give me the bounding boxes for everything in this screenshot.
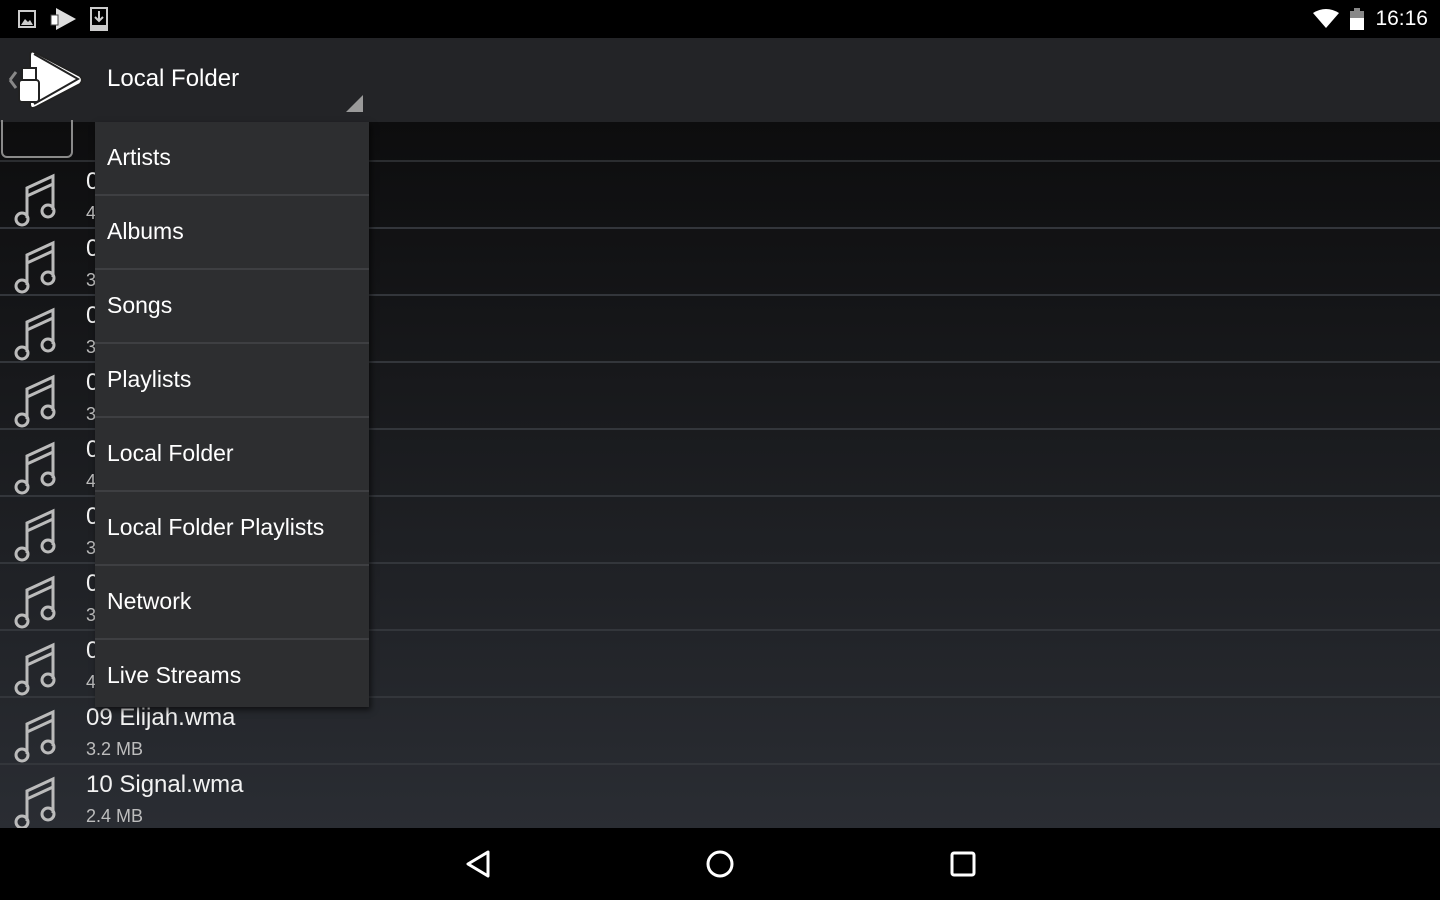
music-note-icon	[14, 507, 58, 568]
battery-icon	[1350, 8, 1364, 30]
music-note-icon	[14, 708, 58, 769]
home-icon[interactable]	[703, 846, 737, 882]
music-note-icon	[14, 641, 58, 702]
image-icon	[18, 10, 36, 28]
app-logo-icon	[50, 8, 76, 30]
menu-item-live-streams[interactable]: Live Streams	[95, 640, 369, 712]
status-bar: 16:16	[0, 0, 1440, 38]
menu-item-label: Artists	[107, 144, 171, 170]
spinner-indicator-icon	[346, 95, 363, 112]
action-bar: Local Folder	[0, 38, 1440, 122]
menu-item-local-folder[interactable]: Local Folder	[95, 418, 369, 492]
menu-item-label: Songs	[107, 292, 173, 318]
wifi-icon	[1313, 9, 1339, 28]
menu-item-label: Live Streams	[107, 662, 242, 688]
music-note-icon	[14, 306, 58, 367]
navigation-bar	[0, 828, 1440, 900]
menu-item-playlists[interactable]: Playlists	[95, 344, 369, 418]
spinner-selected-value: Local Folder	[107, 65, 240, 92]
music-note-icon	[14, 440, 58, 501]
menu-item-local-folder-playlists[interactable]: Local Folder Playlists	[95, 492, 369, 566]
recents-icon[interactable]	[946, 846, 980, 882]
usb-play-logo-icon[interactable]	[4, 46, 86, 114]
menu-item-albums[interactable]: Albums	[95, 196, 369, 270]
menu-item-label: Network	[107, 588, 192, 614]
music-note-icon	[14, 574, 58, 635]
menu-item-label: Albums	[107, 218, 184, 244]
view-dropdown-menu: Artists Albums Songs Playlists Local Folder L…	[95, 122, 369, 707]
music-note-icon	[14, 239, 58, 300]
menu-item-label: Local Folder Playlists	[107, 514, 325, 540]
menu-item-artists[interactable]: Artists	[95, 122, 369, 196]
clock: 16:16	[1375, 7, 1428, 30]
menu-item-label: Playlists	[107, 366, 192, 392]
menu-item-songs[interactable]: Songs	[95, 270, 369, 344]
download-icon	[90, 7, 108, 31]
folder-up-button[interactable]	[1, 120, 73, 158]
file-size: 3.2 MB	[86, 739, 144, 759]
file-size: 2.4 MB	[86, 806, 144, 826]
music-note-icon	[14, 172, 58, 233]
music-note-icon	[14, 775, 58, 836]
file-row[interactable]: 10 Signal.wma 2.4 MB	[0, 765, 1440, 832]
back-icon[interactable]	[462, 846, 494, 882]
menu-item-label: Local Folder	[107, 440, 234, 466]
music-note-icon	[14, 373, 58, 434]
file-name: 10 Signal.wma	[86, 771, 244, 798]
menu-item-network[interactable]: Network	[95, 566, 369, 640]
